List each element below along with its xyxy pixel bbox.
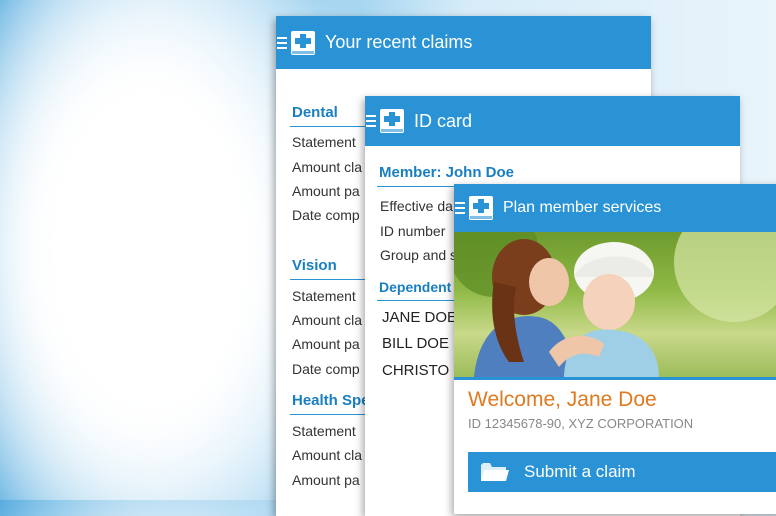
- alberta-blue-cross-logo-icon: [291, 30, 315, 55]
- dependent-name: BILL DOE: [382, 335, 449, 352]
- dependents-title: Dependent: [379, 279, 452, 295]
- screen-title: ID card: [414, 110, 473, 131]
- screen-title: Plan member services: [503, 199, 662, 216]
- welcome-message: Welcome, Jane Doe: [468, 388, 657, 411]
- claim-row: Amount cla: [292, 312, 363, 328]
- claim-row: Amount cla: [292, 447, 363, 463]
- section-title-dental: Dental: [292, 104, 338, 121]
- dependent-name: CHRISTO: [382, 362, 450, 379]
- app-bar: Plan member services: [454, 184, 776, 232]
- id-row: Effective da: [380, 198, 453, 214]
- member-id: ID 12345678-90, XYZ CORPORATION: [468, 416, 694, 431]
- claim-row: Amount cla: [292, 159, 363, 175]
- id-row: ID number: [380, 223, 446, 239]
- app-bar: Your recent claims: [276, 16, 651, 69]
- claim-row: Statement: [292, 288, 356, 304]
- section-title-health-spending: Health Spe: [292, 392, 370, 409]
- folder-icon: [481, 463, 509, 481]
- id-row: Group and s: [380, 247, 458, 263]
- alberta-blue-cross-logo-icon: [469, 196, 493, 220]
- app-bar: ID card: [365, 96, 740, 146]
- claim-row: Amount pa: [292, 336, 360, 352]
- claim-row: Date comp: [292, 361, 360, 377]
- claim-row: Date comp: [292, 207, 360, 223]
- plan-member-services-screen: Plan member services Welcome, Jane Doe I…: [454, 184, 776, 514]
- menu-icon[interactable]: [366, 115, 376, 127]
- mother-kissing-baby-photo: [454, 232, 776, 380]
- menu-icon[interactable]: [455, 202, 465, 214]
- submit-claim-label: Submit a claim: [524, 462, 636, 481]
- claim-row: Statement: [292, 134, 356, 150]
- section-title-vision: Vision: [292, 257, 337, 274]
- claim-row: Amount pa: [292, 183, 360, 199]
- claim-row: Amount pa: [292, 472, 360, 488]
- dependent-name: JANE DOE: [382, 309, 458, 326]
- screen-title: Your recent claims: [325, 32, 473, 52]
- member-name: Member: John Doe: [379, 164, 515, 181]
- menu-icon[interactable]: [277, 36, 287, 49]
- alberta-blue-cross-logo-icon: [380, 109, 404, 133]
- photo-illustration: [454, 232, 776, 377]
- submit-claim-button[interactable]: Submit a claim: [468, 452, 776, 492]
- claim-row: Statement: [292, 423, 356, 439]
